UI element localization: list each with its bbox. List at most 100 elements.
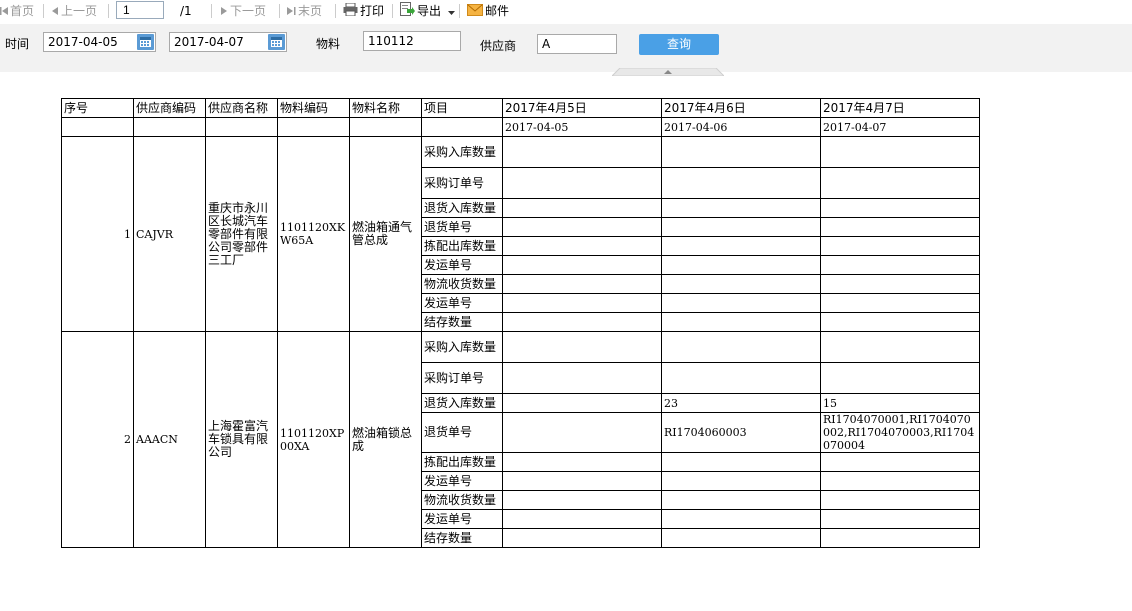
first-page-icon — [0, 1, 8, 23]
column-header: 2017年4月5日 — [502, 98, 662, 118]
value-cell — [820, 331, 980, 363]
prev-page-icon — [51, 1, 59, 23]
column-header: 供应商名称 — [205, 98, 278, 118]
date-to-field[interactable]: 2017-04-07 — [169, 32, 287, 52]
item-label-cell: 退货入库数量 — [421, 198, 503, 218]
empty-cell — [421, 117, 503, 137]
value-cell — [502, 412, 662, 453]
item-label-cell: 物流收货数量 — [421, 274, 503, 294]
value-cell — [502, 255, 662, 275]
material-name-cell: 燃油箱通气管总成 — [349, 136, 422, 332]
value-cell — [820, 167, 980, 199]
item-label-cell: 退货单号 — [421, 412, 503, 453]
empty-cell — [277, 117, 350, 137]
date-cell: 2017-04-07 — [820, 117, 980, 137]
value-cell — [820, 236, 980, 256]
date-from-value: 2017-04-05 — [48, 35, 118, 49]
value-cell — [502, 490, 662, 510]
item-label-cell: 采购订单号 — [421, 362, 503, 394]
query-button[interactable]: 查询 — [639, 34, 719, 55]
mail-label: 邮件 — [485, 4, 510, 18]
value-cell — [502, 362, 662, 394]
value-cell: RI1704060003 — [661, 412, 821, 453]
value-cell — [661, 509, 821, 529]
column-header: 2017年4月6日 — [661, 98, 821, 118]
column-header: 物料编码 — [277, 98, 350, 118]
empty-cell — [61, 117, 134, 137]
supplier-code-cell: AAACN — [133, 331, 206, 548]
next-page-button[interactable]: 下一页 — [220, 0, 266, 22]
material-code-cell: 1101120XP00XA — [277, 331, 350, 548]
next-page-icon — [220, 1, 228, 23]
value-cell — [820, 255, 980, 275]
value-cell — [661, 136, 821, 168]
value-cell — [502, 293, 662, 313]
toolbar-divider — [108, 4, 109, 18]
value-cell — [502, 136, 662, 168]
prev-page-button[interactable]: 上一页 — [51, 0, 97, 22]
supplier-input[interactable]: A — [537, 34, 617, 54]
supplier-name-cell: 重庆市永川区长城汽车零部件有限公司零部件三工厂 — [205, 136, 278, 332]
last-page-icon — [287, 1, 296, 23]
value-cell — [820, 509, 980, 529]
item-label-cell: 采购订单号 — [421, 167, 503, 199]
toolbar-divider — [335, 4, 336, 18]
row-number-cell: 1 — [61, 136, 134, 332]
print-button[interactable]: 打印 — [343, 0, 384, 22]
date-from-field[interactable]: 2017-04-05 — [43, 32, 156, 52]
value-cell — [502, 217, 662, 237]
calendar-icon[interactable] — [268, 34, 285, 50]
first-page-button[interactable]: 首页 — [0, 0, 34, 22]
supplier-name-cell: 上海霍富汽车锁具有限公司 — [205, 331, 278, 548]
value-cell — [820, 452, 980, 472]
material-input[interactable]: 110112 — [363, 31, 461, 51]
empty-cell — [133, 117, 206, 137]
report-table: 序号 供应商编码 供应商名称 物料编码 物料名称 项目 2017年4月5日 2017年4月6日… — [61, 98, 980, 548]
mail-icon — [467, 1, 483, 23]
value-cell — [661, 362, 821, 394]
value-cell — [502, 167, 662, 199]
value-cell — [820, 312, 980, 332]
value-cell — [502, 274, 662, 294]
date-to-value: 2017-04-07 — [174, 35, 244, 49]
toolbar-divider — [279, 4, 280, 18]
material-label: 物料 — [316, 37, 341, 51]
value-cell — [502, 312, 662, 332]
value-cell: 23 — [661, 393, 821, 413]
date-cell: 2017-04-06 — [661, 117, 821, 137]
last-page-label: 末页 — [298, 4, 323, 18]
value-cell — [661, 255, 821, 275]
calendar-icon[interactable] — [137, 34, 154, 50]
mail-button[interactable]: 邮件 — [467, 0, 509, 22]
last-page-button[interactable]: 末页 — [287, 0, 322, 22]
value-cell — [661, 452, 821, 472]
toolbar-divider — [211, 4, 212, 18]
prev-page-label: 上一页 — [61, 4, 98, 18]
first-page-label: 首页 — [10, 4, 35, 18]
value-cell — [820, 217, 980, 237]
item-label-cell: 拣配出库数量 — [421, 236, 503, 256]
collapse-filter-toggle[interactable] — [610, 65, 726, 77]
value-cell — [820, 198, 980, 218]
header-row: 序号 供应商编码 供应商名称 物料编码 物料名称 项目 2017年4月5日 2017年4月6日… — [61, 98, 980, 118]
item-label-cell: 发运单号 — [421, 293, 503, 313]
table-row: 1 CAJVR 重庆市永川区长城汽车零部件有限公司零部件三工厂 1101120XKW6… — [61, 136, 980, 332]
item-label-cell: 拣配出库数量 — [421, 452, 503, 472]
empty-cell — [349, 117, 422, 137]
value-cell — [661, 312, 821, 332]
toolbar-divider — [392, 4, 393, 18]
supplier-code-cell: CAJVR — [133, 136, 206, 332]
date-cell: 2017-04-05 — [502, 117, 662, 137]
column-header: 项目 — [421, 98, 503, 118]
value-cell — [661, 490, 821, 510]
export-label: 导出 — [417, 4, 442, 18]
export-dropdown[interactable]: 导出 — [400, 0, 457, 22]
value-cell — [820, 490, 980, 510]
value-cell — [661, 198, 821, 218]
table-row: 2 AAACN 上海霍富汽车锁具有限公司 1101120XP00XA 燃油箱锁总成 采购入… — [61, 331, 980, 548]
page-number-input[interactable] — [116, 1, 164, 19]
value-cell — [820, 528, 980, 548]
value-cell — [820, 293, 980, 313]
value-cell — [661, 167, 821, 199]
value-cell — [502, 198, 662, 218]
